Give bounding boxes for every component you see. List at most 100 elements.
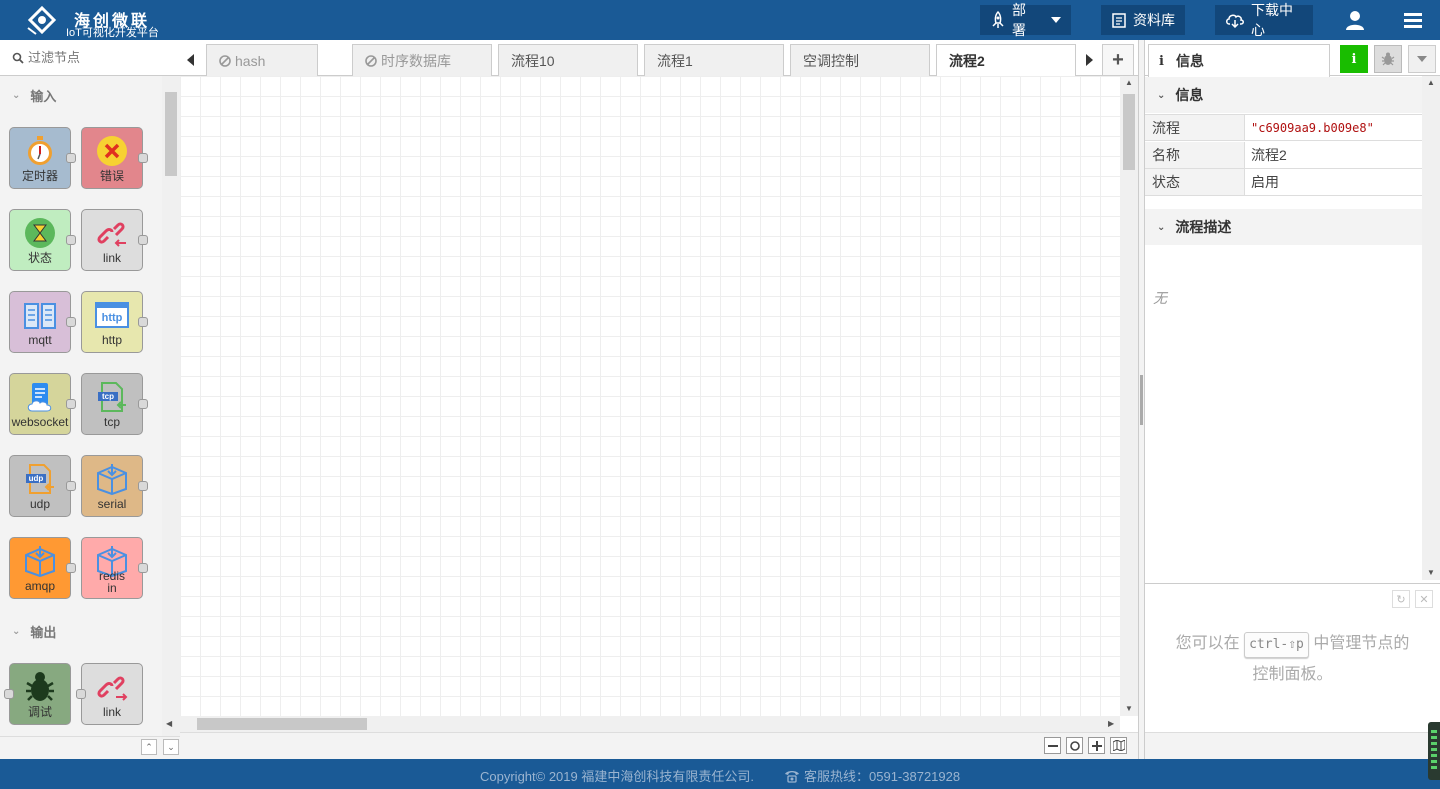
palette-node-mqtt[interactable]: mqtt (9, 291, 76, 353)
palette-search[interactable] (0, 40, 180, 76)
category-output[interactable]: ⌄ 输出 (0, 614, 162, 648)
node-label: amqp (24, 579, 56, 593)
palette-list: ⌄ 输入 定时器 错误 状态 link mqtt http http webso… (0, 76, 162, 736)
workspace-tabs: hash 时序数据库 流程10 流程1 空调控制 流程2 + (180, 40, 1138, 77)
section-description-header[interactable]: ⌄ 流程描述 (1145, 209, 1422, 245)
splitter-grip[interactable] (1140, 375, 1143, 425)
tip-after: 中管理节点的 (1313, 635, 1410, 652)
tab-flow1[interactable]: 流程1 (644, 44, 784, 76)
info-icon: i (1159, 53, 1164, 69)
info-content: ⌄ 信息 流程 "c6909aa9.b009e8" 名称 流程2 状态 启用 ⌄… (1145, 76, 1422, 580)
palette-node-link-in[interactable]: link (81, 209, 148, 271)
canvas-vertical-scrollbar[interactable]: ▲ ▼ (1120, 76, 1138, 716)
tip-line2: 控制面板。 (1252, 666, 1333, 683)
scrollbar-thumb[interactable] (197, 718, 367, 730)
tab-flow2[interactable]: 流程2 (936, 44, 1076, 77)
palette-node-websocket[interactable]: websocket (9, 373, 76, 435)
download-center-button[interactable]: 下载中心 (1215, 2, 1313, 38)
palette-node-tcp[interactable]: tcp tcp (81, 373, 148, 435)
canvas-horizontal-scrollbar[interactable]: ◀ ▶ (166, 716, 1120, 732)
tab-hash[interactable]: hash (206, 44, 318, 76)
input-port[interactable] (4, 689, 14, 699)
flow-canvas[interactable] (180, 76, 1120, 716)
zoom-out-button[interactable] (1044, 737, 1061, 754)
scroll-left-arrow[interactable]: ◀ (166, 719, 172, 728)
phone-icon (784, 769, 800, 783)
scroll-down-arrow[interactable]: ▼ (1125, 704, 1133, 713)
scroll-up-arrow[interactable]: ▲ (1125, 78, 1133, 87)
debug-panel-button[interactable] (1374, 45, 1402, 73)
category-input[interactable]: ⌄ 输入 (0, 78, 162, 112)
output-port[interactable] (66, 153, 76, 163)
level-meter-widget (1428, 722, 1440, 780)
sidebar-splitter[interactable] (1138, 40, 1145, 759)
level-bar (1431, 754, 1437, 757)
navigator-button[interactable] (1110, 737, 1127, 754)
expand-all-button[interactable]: ⌄ (163, 739, 179, 755)
chevron-down-icon[interactable] (1051, 17, 1061, 23)
palette-scrollbar[interactable] (162, 76, 180, 736)
tab-timeseries-db[interactable]: 时序数据库 (352, 44, 492, 76)
collapse-all-button[interactable]: ⌃ (141, 739, 157, 755)
palette-node-serial[interactable]: serial (81, 455, 148, 517)
logo-icon (27, 6, 57, 35)
sidebar-scrollbar[interactable]: ▲ ▼ (1422, 76, 1440, 580)
tab-scroll-right[interactable] (1080, 44, 1098, 76)
http-icon: http (94, 298, 130, 332)
brand-logo[interactable]: 海创微联 IoT可视化开发平台 (24, 6, 159, 39)
section-info-header[interactable]: ⌄ 信息 (1145, 77, 1422, 113)
palette-node-status[interactable]: 状态 (9, 209, 76, 271)
palette-node-link-out[interactable]: link (76, 663, 143, 725)
output-port[interactable] (66, 399, 76, 409)
tab-scroll-left[interactable] (182, 44, 200, 76)
palette-node-debug[interactable]: 调试 (4, 663, 71, 725)
refresh-icon[interactable]: ↻ (1392, 590, 1410, 608)
output-port[interactable] (138, 153, 148, 163)
level-bar (1431, 766, 1437, 769)
property-key: 状态 (1145, 169, 1245, 195)
palette-node-error[interactable]: 错误 (81, 127, 148, 189)
menu-icon[interactable] (1401, 8, 1425, 32)
output-port[interactable] (66, 235, 76, 245)
tab-label: 流程10 (511, 52, 555, 69)
zoom-reset-button[interactable] (1066, 737, 1083, 754)
scrollbar-thumb[interactable] (165, 92, 177, 176)
palette-node-amqp[interactable]: amqp (9, 537, 76, 599)
output-port[interactable] (138, 317, 148, 327)
info-panel-button[interactable]: i (1340, 45, 1368, 73)
output-port[interactable] (66, 563, 76, 573)
palette-node-timer[interactable]: 定时器 (9, 127, 76, 189)
tab-info[interactable]: i 信息 (1148, 44, 1330, 77)
deploy-button[interactable]: 部署 (980, 2, 1071, 38)
scroll-down-arrow[interactable]: ▼ (1427, 568, 1435, 577)
node-label: tcp (103, 415, 120, 429)
output-port[interactable] (138, 399, 148, 409)
scroll-right-arrow[interactable]: ▶ (1108, 719, 1114, 728)
output-port[interactable] (66, 481, 76, 491)
output-port[interactable] (66, 317, 76, 327)
palette-node-http[interactable]: http http (81, 291, 148, 353)
disabled-icon (219, 54, 231, 67)
output-port[interactable] (138, 563, 148, 573)
close-icon[interactable]: ✕ (1415, 590, 1433, 608)
add-flow-button[interactable]: + (1102, 44, 1134, 76)
palette-filter-input[interactable] (28, 50, 178, 65)
chevron-down-icon: ⌄ (12, 89, 21, 101)
output-port[interactable] (138, 481, 148, 491)
palette-node-udp[interactable]: udp udp (9, 455, 76, 517)
sidebar-menu-button[interactable] (1408, 45, 1436, 73)
user-icon[interactable] (1343, 8, 1367, 32)
scrollbar-thumb[interactable] (1123, 94, 1135, 170)
input-port[interactable] (76, 689, 86, 699)
palette-footer: ⌃ ⌄ (0, 736, 180, 759)
zoom-in-button[interactable] (1088, 737, 1105, 754)
tcp-icon: tcp (94, 380, 130, 414)
scroll-up-arrow[interactable]: ▲ (1427, 78, 1435, 87)
palette-node-redis-in[interactable]: redis in (81, 537, 148, 599)
library-button[interactable]: 资料库 (1101, 5, 1185, 35)
amqp-icon (22, 544, 58, 578)
tab-flow10[interactable]: 流程10 (498, 44, 638, 76)
output-port[interactable] (138, 235, 148, 245)
status-icon (22, 216, 58, 250)
tab-ac-control[interactable]: 空调控制 (790, 44, 930, 76)
